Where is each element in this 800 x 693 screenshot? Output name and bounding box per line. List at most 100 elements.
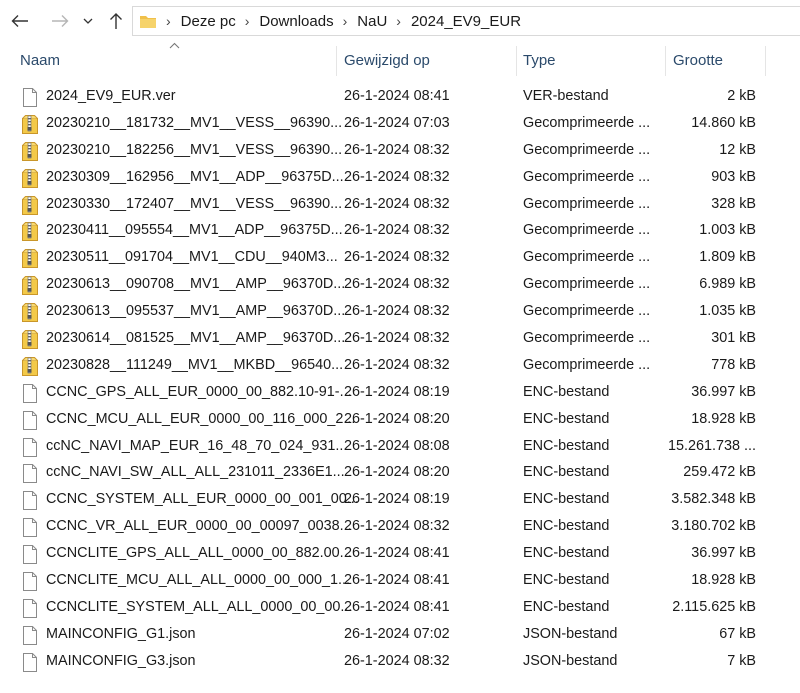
file-name: 20230210__182256__MV1__VESS__96390... — [46, 141, 343, 158]
arrow-left-icon — [11, 15, 28, 27]
file-name: CCNC_MCU_ALL_EUR_0000_00_116_000_2... — [46, 410, 356, 427]
file-type: ENC-bestand — [523, 518, 610, 535]
file-icon — [22, 410, 38, 430]
file-row[interactable]: 20230613__095537__MV1__AMP__96370D... 26-… — [0, 299, 800, 326]
file-row[interactable]: CCNCLITE_SYSTEM_ALL_ALL_0000_00_00... 26-… — [0, 595, 800, 622]
file-type: ENC-bestand — [523, 410, 610, 427]
file-size: 14.860 kB — [691, 114, 756, 131]
file-type: Gecomprimeerde ... — [523, 168, 651, 185]
file-row[interactable]: CCNC_MCU_ALL_EUR_0000_00_116_000_2... 26-… — [0, 407, 800, 434]
file-row[interactable]: CCNC_VR_ALL_EUR_0000_00_00097_0038... 26-… — [0, 514, 800, 541]
file-name: 20230613__095537__MV1__AMP__96370D... — [46, 303, 346, 320]
file-row[interactable]: CCNC_SYSTEM_ALL_EUR_0000_00_001_00... 26-… — [0, 487, 800, 514]
breadcrumb-deze-pc[interactable]: Deze pc — [181, 13, 236, 30]
recent-locations-button[interactable] — [78, 9, 98, 33]
zip-icon — [22, 195, 38, 215]
file-modified: 26-1-2024 08:32 — [344, 652, 450, 669]
zip-icon — [22, 114, 38, 134]
file-type: ENC-bestand — [523, 437, 610, 454]
column-header-modified[interactable]: Gewijzigd op — [344, 52, 430, 69]
breadcrumb-downloads[interactable]: Downloads — [259, 13, 333, 30]
breadcrumb-separator: › — [342, 13, 348, 29]
file-row[interactable]: 20230210__182256__MV1__VESS__96390... 26-… — [0, 138, 800, 165]
file-size: 903 kB — [711, 168, 756, 185]
file-row[interactable]: 20230210__181732__MV1__VESS__96390... 26-… — [0, 111, 800, 138]
file-type: ENC-bestand — [523, 572, 610, 589]
address-bar[interactable]: › Deze pc › Downloads › NaU › 2024_EV9_E… — [132, 6, 800, 36]
file-modified: 26-1-2024 08:32 — [344, 518, 450, 535]
file-size: 3.180.702 kB — [671, 518, 756, 535]
zip-icon — [22, 303, 38, 323]
column-header-name[interactable]: Naam — [20, 52, 60, 69]
file-row[interactable]: 20230828__111249__MV1__MKBD__96540... 26-… — [0, 353, 800, 380]
file-type: Gecomprimeerde ... — [523, 114, 651, 131]
zip-icon — [22, 222, 38, 242]
column-divider[interactable] — [516, 46, 517, 76]
file-row[interactable]: 20230613__090708__MV1__AMP__96370D... 26-… — [0, 272, 800, 299]
breadcrumb-current-folder[interactable]: 2024_EV9_EUR — [411, 13, 521, 30]
column-divider[interactable] — [665, 46, 666, 76]
file-modified: 26-1-2024 08:32 — [344, 303, 450, 320]
column-header-size[interactable]: Grootte — [673, 52, 723, 69]
file-size: 67 kB — [719, 625, 756, 642]
file-row[interactable]: CCNC_GPS_ALL_EUR_0000_00_882.10-91-... 26… — [0, 380, 800, 407]
column-divider[interactable] — [765, 46, 766, 76]
file-name: CCNCLITE_MCU_ALL_ALL_0000_00_000_1... — [46, 572, 350, 589]
file-modified: 26-1-2024 07:02 — [344, 625, 450, 642]
back-button[interactable] — [8, 9, 32, 33]
file-name: 20230511__091704__MV1__CDU__940M3... — [46, 249, 338, 266]
file-row[interactable]: CCNCLITE_MCU_ALL_ALL_0000_00_000_1... 26-… — [0, 568, 800, 595]
file-type: JSON-bestand — [523, 625, 618, 642]
file-modified: 26-1-2024 08:41 — [344, 545, 450, 562]
file-name: 20230330__172407__MV1__VESS__96390... — [46, 195, 343, 212]
file-type: Gecomprimeerde ... — [523, 330, 651, 347]
folder-icon — [140, 16, 156, 28]
file-type: Gecomprimeerde ... — [523, 276, 651, 293]
breadcrumb-separator: › — [244, 13, 250, 29]
file-row[interactable]: MAINCONFIG_G1.json 26-1-2024 07:02 JSON-be… — [0, 622, 800, 649]
file-row[interactable]: 20230309__162956__MV1__ADP__96375D... 26-… — [0, 165, 800, 192]
file-size: 6.989 kB — [699, 276, 756, 293]
file-name: 20230309__162956__MV1__ADP__96375D... — [46, 168, 344, 185]
file-name: 2024_EV9_EUR.ver — [46, 88, 176, 104]
zip-icon — [22, 330, 38, 350]
column-divider[interactable] — [336, 46, 337, 76]
file-name: 20230614__081525__MV1__AMP__96370D... — [46, 330, 346, 347]
file-row[interactable]: ccNC_NAVI_MAP_EUR_16_48_70_024_931... 26-… — [0, 434, 800, 461]
file-modified: 26-1-2024 08:41 — [344, 88, 450, 104]
file-row[interactable]: 2024_EV9_EUR.ver 26-1-2024 08:41 VER-besta… — [0, 84, 800, 111]
file-row[interactable]: 20230330__172407__MV1__VESS__96390... 26-… — [0, 192, 800, 219]
file-modified: 26-1-2024 08:41 — [344, 598, 450, 615]
arrow-up-icon — [110, 13, 122, 29]
file-modified: 26-1-2024 08:32 — [344, 222, 450, 239]
file-name: ccNC_NAVI_MAP_EUR_16_48_70_024_931... — [46, 437, 348, 454]
file-modified: 26-1-2024 08:20 — [344, 410, 450, 427]
file-name: 20230828__111249__MV1__MKBD__96540... — [46, 356, 344, 373]
file-row[interactable]: 20230614__081525__MV1__AMP__96370D... 26-… — [0, 326, 800, 353]
file-row[interactable]: MAINCONFIG_G3.json 26-1-2024 08:32 JSON-be… — [0, 649, 800, 676]
file-type: Gecomprimeerde ... — [523, 222, 651, 239]
file-type: ENC-bestand — [523, 383, 610, 400]
file-size: 18.928 kB — [691, 410, 756, 427]
file-row[interactable]: CCNCLITE_GPS_ALL_ALL_0000_00_882.00... 26… — [0, 541, 800, 568]
file-icon — [22, 491, 38, 511]
file-size: 15.261.738 ... — [667, 437, 756, 454]
navigation-bar: › Deze pc › Downloads › NaU › 2024_EV9_E… — [0, 0, 800, 42]
up-button[interactable] — [104, 9, 128, 33]
file-icon — [22, 88, 38, 107]
file-icon — [22, 572, 38, 592]
file-size: 36.997 kB — [691, 545, 756, 562]
file-name: 20230411__095554__MV1__ADP__96375D... — [46, 222, 343, 239]
file-type: Gecomprimeerde ... — [523, 356, 651, 373]
breadcrumb-nau[interactable]: NaU — [357, 13, 387, 30]
file-row[interactable]: ccNC_NAVI_SW_ALL_ALL_231011_2336E1... 26-… — [0, 460, 800, 487]
file-size: 1.035 kB — [699, 303, 756, 320]
column-header-type[interactable]: Type — [523, 52, 556, 69]
forward-button[interactable] — [48, 9, 72, 33]
file-name: MAINCONFIG_G1.json — [46, 625, 196, 642]
file-row[interactable]: 20230511__091704__MV1__CDU__940M3... 26-1… — [0, 245, 800, 272]
file-icon — [22, 464, 38, 484]
file-list: 2024_EV9_EUR.ver 26-1-2024 08:41 VER-besta… — [0, 84, 800, 676]
file-modified: 26-1-2024 08:19 — [344, 491, 450, 508]
file-row[interactable]: 20230411__095554__MV1__ADP__96375D... 26-… — [0, 218, 800, 245]
